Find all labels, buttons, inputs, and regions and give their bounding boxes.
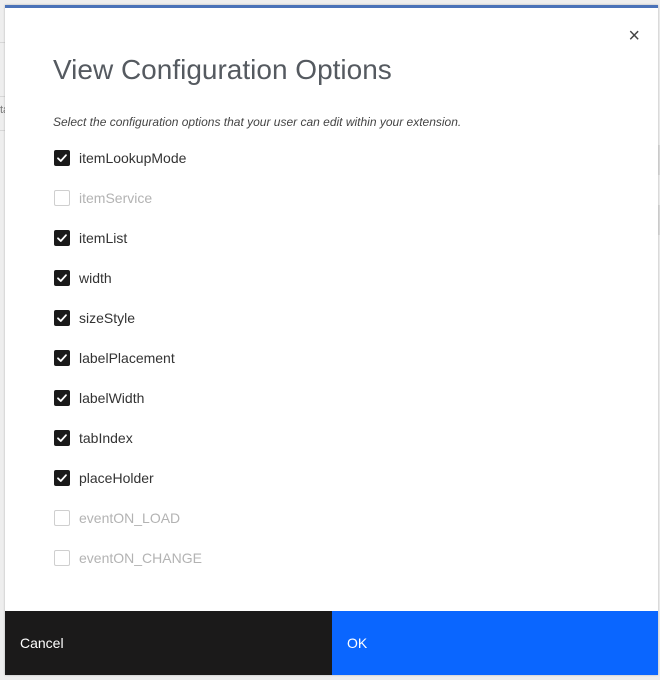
checkbox-checked[interactable] — [54, 470, 70, 486]
checkbox-unchecked — [54, 550, 70, 566]
checkmark-icon — [57, 154, 67, 162]
option-label: sizeStyle — [79, 310, 136, 326]
close-icon[interactable]: × — [628, 26, 640, 46]
option-item[interactable]: sizeStyle — [54, 298, 202, 338]
option-item[interactable]: placeHolder — [54, 458, 202, 498]
option-item[interactable]: itemList — [54, 218, 202, 258]
checkmark-icon — [57, 394, 67, 402]
dialog-title: View Configuration Options — [53, 54, 392, 85]
checkbox-checked[interactable] — [54, 350, 70, 366]
option-label: eventON_LOAD — [79, 510, 181, 526]
checkbox-checked[interactable] — [54, 390, 70, 406]
option-item[interactable]: tabIndex — [54, 418, 202, 458]
checkbox-checked[interactable] — [54, 230, 70, 246]
checkmark-icon — [57, 314, 67, 322]
option-label: tabIndex — [79, 430, 133, 446]
option-label: labelPlacement — [79, 350, 175, 366]
option-label: eventON_CHANGE — [79, 550, 202, 566]
checkbox-unchecked — [54, 190, 70, 206]
option-item: eventON_CHANGE — [54, 538, 202, 578]
dialog-subtitle: Select the configuration options that yo… — [53, 115, 462, 129]
ok-button[interactable]: OK — [332, 611, 658, 675]
checkbox-unchecked — [54, 510, 70, 526]
option-item[interactable]: itemLookupMode — [54, 138, 202, 178]
dialog-footer: Cancel OK — [5, 611, 658, 675]
option-item[interactable]: labelWidth — [54, 378, 202, 418]
checkmark-icon — [57, 274, 67, 282]
option-label: itemList — [79, 230, 128, 246]
checkmark-icon — [57, 354, 67, 362]
option-label: width — [79, 270, 112, 286]
checkmark-icon — [57, 234, 67, 242]
option-item[interactable]: width — [54, 258, 202, 298]
checkbox-checked[interactable] — [54, 310, 70, 326]
checkmark-icon — [57, 474, 67, 482]
option-label: placeHolder — [79, 470, 154, 486]
cancel-button[interactable]: Cancel — [5, 611, 332, 675]
option-item: eventON_LOAD — [54, 498, 202, 538]
option-label: labelWidth — [79, 390, 145, 406]
option-label: itemLookupMode — [79, 150, 187, 166]
options-list: itemLookupMode itemService itemList widt… — [54, 138, 202, 578]
configuration-dialog: × View Configuration Options Select the … — [5, 5, 658, 675]
option-item: itemService — [54, 178, 202, 218]
option-item[interactable]: labelPlacement — [54, 338, 202, 378]
checkbox-checked[interactable] — [54, 270, 70, 286]
checkbox-checked[interactable] — [54, 430, 70, 446]
option-label: itemService — [79, 190, 153, 206]
checkbox-checked[interactable] — [54, 150, 70, 166]
checkmark-icon — [57, 434, 67, 442]
